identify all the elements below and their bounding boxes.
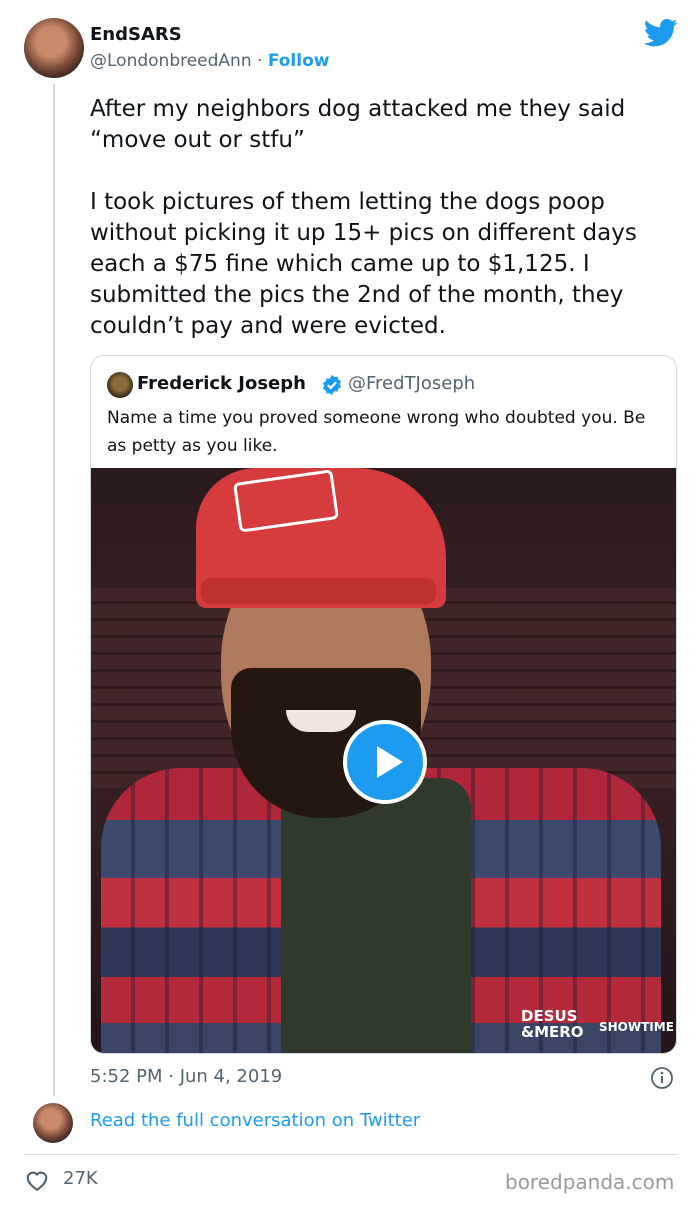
follow-link[interactable]: Follow xyxy=(268,51,330,71)
footer-divider xyxy=(24,1154,677,1155)
author-handle[interactable]: @LondonbreedAnn xyxy=(90,51,252,71)
quoted-tweet-text: Name a time you proved someone wrong who… xyxy=(107,408,646,456)
author-handle-row: @LondonbreedAnn · Follow xyxy=(90,51,329,71)
quoted-tweet-card[interactable]: Frederick Joseph @FredTJoseph Name a tim… xyxy=(90,355,677,1054)
source-label: boredpanda.com xyxy=(505,1170,675,1194)
quoted-author-name: Frederick Joseph xyxy=(137,373,306,394)
reply-avatar xyxy=(33,1103,73,1143)
quoted-author-avatar xyxy=(107,372,133,398)
dark-shirt xyxy=(281,778,471,1053)
twitter-bird-icon[interactable] xyxy=(644,18,678,48)
handle-separator: · xyxy=(251,51,268,71)
play-button[interactable] xyxy=(343,720,427,804)
network-watermark: SHOWTIME xyxy=(599,1020,674,1034)
author-avatar[interactable] xyxy=(24,18,84,78)
author-display-name[interactable]: EndSARS xyxy=(90,24,182,45)
watermark-line-1: DESUS xyxy=(521,1007,578,1025)
red-cap-brim xyxy=(201,578,436,604)
tweet-text: After my neighbors dog attacked me they … xyxy=(90,96,637,339)
play-icon xyxy=(377,746,403,778)
thread-line xyxy=(53,84,55,1096)
verified-badge-icon xyxy=(322,374,342,396)
like-count: 27K xyxy=(63,1168,98,1189)
show-watermark: DESUS &MERO xyxy=(521,1008,584,1040)
watermark-line-2: &MERO xyxy=(521,1023,584,1041)
info-icon[interactable] xyxy=(650,1066,674,1090)
read-conversation-link[interactable]: Read the full conversation on Twitter xyxy=(90,1110,420,1131)
smile xyxy=(286,710,356,732)
quoted-author-handle: @FredTJoseph xyxy=(348,373,476,394)
video-thumbnail[interactable]: DESUS &MERO SHOWTIME xyxy=(91,468,676,1053)
heart-icon[interactable] xyxy=(24,1168,50,1192)
tweet-timestamp[interactable]: 5:52 PM · Jun 4, 2019 xyxy=(90,1066,282,1087)
